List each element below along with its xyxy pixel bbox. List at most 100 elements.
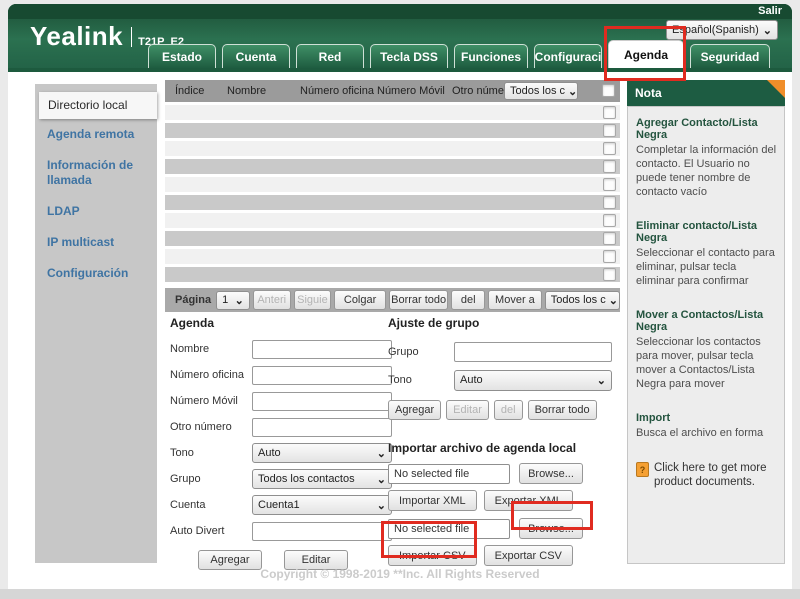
- import-csv-button[interactable]: Importar CSV: [388, 545, 477, 566]
- tab-seguridad[interactable]: Seguridad: [690, 44, 770, 68]
- pagination-bar: Página 1 ⌄ Anteri Siguie Colgar Borrar t…: [165, 288, 620, 312]
- xml-buttons-row: Importar XML Exportar XML: [388, 490, 624, 511]
- row-checkbox[interactable]: [603, 142, 616, 155]
- tab-tecla-dss[interactable]: Tecla DSS: [370, 44, 448, 68]
- language-select[interactable]: Español(Spanish) ⌄: [666, 20, 778, 40]
- xml-file-input[interactable]: No selected file: [388, 464, 510, 484]
- group-edit-button[interactable]: Editar: [446, 400, 489, 420]
- group-delete-all-button[interactable]: Borrar todo: [528, 400, 597, 420]
- chevron-down-icon: ⌄: [377, 447, 386, 460]
- group-name-label: Grupo: [388, 346, 454, 358]
- select-all-checkbox[interactable]: [602, 84, 615, 97]
- otro-numero-input[interactable]: [252, 418, 392, 437]
- hangup-button[interactable]: Colgar: [334, 290, 386, 310]
- move-target-value: Todos los c: [551, 294, 606, 306]
- contact-form: Agenda Nombre Número oficina Número Móvi…: [170, 316, 396, 570]
- row-checkbox[interactable]: [603, 178, 616, 191]
- export-csv-button[interactable]: Exportar CSV: [484, 545, 573, 566]
- group-filter-value: Todos los c: [510, 85, 565, 97]
- csv-file-input[interactable]: No selected file: [388, 519, 510, 539]
- form-row: Otro número: [170, 414, 396, 440]
- otro-numero-label: Otro número: [170, 421, 252, 433]
- note-title: Nota: [635, 86, 662, 100]
- grupo-select[interactable]: Todos los contactos ⌄: [252, 469, 392, 489]
- form-row: Grupo Todos los contactos ⌄: [170, 466, 396, 492]
- note-section-body: Completar la información del contacto. E…: [636, 143, 776, 199]
- table-row: [165, 177, 620, 192]
- nombre-input[interactable]: [252, 340, 392, 359]
- group-delete-button[interactable]: del: [494, 400, 523, 420]
- note-section-heading: Eliminar contacto/Lista Negra: [636, 220, 776, 244]
- chevron-down-icon: ⌄: [235, 294, 244, 307]
- xml-browse-button[interactable]: Browse...: [519, 463, 583, 484]
- row-checkbox[interactable]: [603, 124, 616, 137]
- prev-page-button[interactable]: Anteri: [253, 290, 291, 310]
- row-checkbox[interactable]: [603, 268, 616, 281]
- chevron-down-icon: ⌄: [609, 294, 618, 307]
- logout-link[interactable]: Salir: [758, 5, 782, 17]
- page-select[interactable]: 1 ⌄: [216, 291, 250, 310]
- row-checkbox[interactable]: [603, 160, 616, 173]
- row-checkbox[interactable]: [603, 214, 616, 227]
- group-name-input[interactable]: [454, 342, 612, 362]
- sidebar: Directorio local Agenda remota Informaci…: [35, 84, 157, 563]
- cuenta-select[interactable]: Cuenta1 ⌄: [252, 495, 392, 515]
- note-section-heading: Agregar Contacto/Lista Negra: [636, 117, 776, 141]
- sidebar-item-configuracion[interactable]: Configuración: [35, 258, 157, 289]
- grupo-label: Grupo: [170, 473, 252, 485]
- product-docs-link[interactable]: ? Click here to get more product documen…: [636, 461, 776, 489]
- import-section-title: Importar archivo de agenda local: [388, 441, 624, 455]
- tono-select[interactable]: Auto ⌄: [252, 443, 392, 463]
- table-row: [165, 249, 620, 264]
- delete-button[interactable]: del: [451, 290, 485, 310]
- row-checkbox[interactable]: [603, 250, 616, 263]
- table-row: [165, 159, 620, 174]
- row-checkbox[interactable]: [603, 106, 616, 119]
- sidebar-item-ldap[interactable]: LDAP: [35, 196, 157, 227]
- app-window: Salir Yealink T21P_E2 Español(Spanish) ⌄…: [8, 4, 792, 589]
- note-panel-header: Nota: [627, 80, 785, 106]
- form-row: Cuenta Cuenta1 ⌄: [170, 492, 396, 518]
- move-target-select[interactable]: Todos los c ⌄: [545, 291, 620, 310]
- note-section: Import Busca el archivo en forma: [636, 412, 776, 440]
- row-checkbox[interactable]: [603, 232, 616, 245]
- sidebar-item-ip-multicast[interactable]: IP multicast: [35, 227, 157, 258]
- next-page-button[interactable]: Siguie: [294, 290, 332, 310]
- contact-form-title: Agenda: [170, 316, 396, 330]
- numero-oficina-input[interactable]: [252, 366, 392, 385]
- numero-movil-label: Número Móvil: [170, 395, 252, 407]
- note-section-heading: Import: [636, 412, 776, 424]
- numero-oficina-label: Número oficina: [170, 369, 252, 381]
- auto-divert-input[interactable]: [252, 522, 392, 541]
- document-question-icon: ?: [636, 462, 649, 477]
- group-ring-select[interactable]: Auto ⌄: [454, 370, 612, 391]
- tab-agenda[interactable]: Agenda: [608, 40, 684, 68]
- tab-funciones[interactable]: Funciones: [454, 44, 528, 68]
- export-xml-button[interactable]: Exportar XML: [484, 490, 573, 511]
- group-filter-select[interactable]: Todos los c ⌄: [504, 82, 578, 100]
- tab-cuenta[interactable]: Cuenta: [222, 44, 290, 68]
- sidebar-item-informacion-de-llamada[interactable]: Información de llamada: [35, 150, 157, 196]
- tab-red[interactable]: Red: [296, 44, 364, 68]
- cuenta-select-value: Cuenta1: [258, 499, 300, 511]
- group-ring-label: Tono: [388, 374, 454, 386]
- column-nombre: Nombre: [227, 85, 266, 97]
- logo-divider: [131, 27, 132, 47]
- csv-buttons-row: Importar CSV Exportar CSV: [388, 545, 624, 566]
- numero-movil-input[interactable]: [252, 392, 392, 411]
- note-section-body: Seleccionar los contactos para mover, pu…: [636, 335, 776, 391]
- page-label: Página: [175, 294, 211, 306]
- tab-configuracion[interactable]: Configuraci: [534, 44, 602, 68]
- sidebar-item-directorio-local[interactable]: Directorio local: [39, 92, 157, 119]
- group-form-title: Ajuste de grupo: [388, 316, 622, 330]
- delete-all-button[interactable]: Borrar todo: [389, 290, 448, 310]
- group-add-button[interactable]: Agregar: [388, 400, 441, 420]
- tab-estado[interactable]: Estado: [148, 44, 216, 68]
- sidebar-item-agenda-remota[interactable]: Agenda remota: [35, 119, 157, 150]
- row-checkbox[interactable]: [603, 196, 616, 209]
- import-xml-button[interactable]: Importar XML: [388, 490, 477, 511]
- table-row: [165, 141, 620, 156]
- move-to-button[interactable]: Mover a: [488, 290, 542, 310]
- csv-browse-button[interactable]: Browse...: [519, 518, 583, 539]
- table-row: [165, 231, 620, 246]
